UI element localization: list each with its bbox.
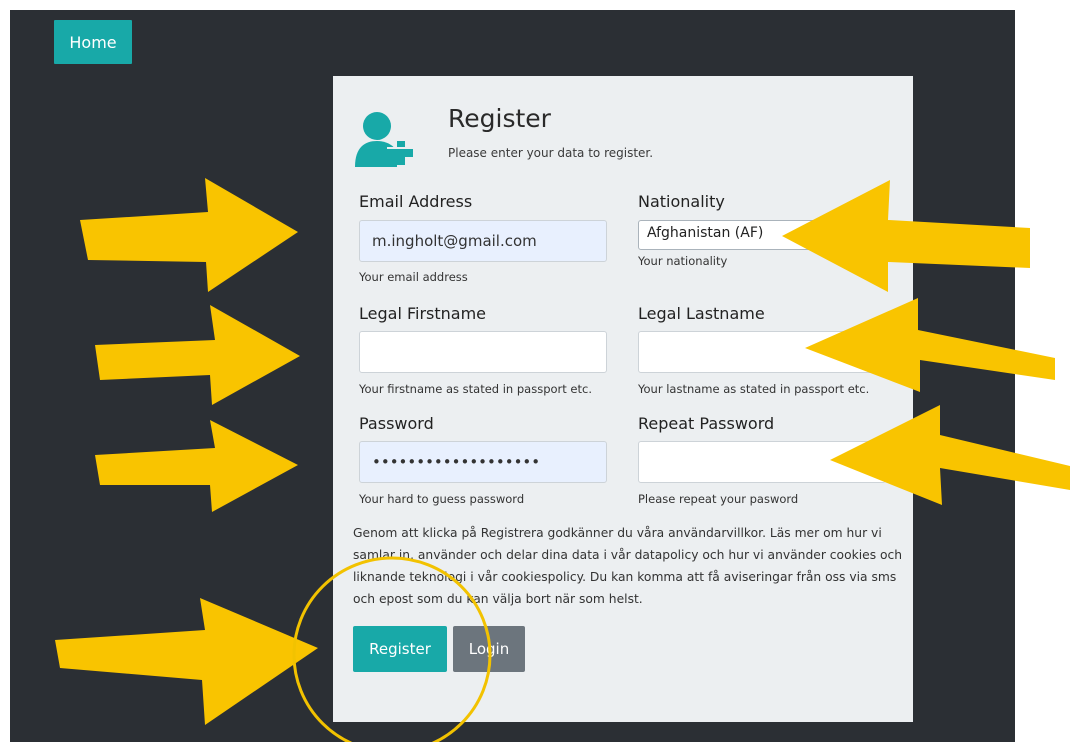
password-field[interactable] [359,441,607,483]
email-label: Email Address [359,192,473,211]
login-button[interactable]: Login [453,626,525,672]
password-label: Password [359,414,434,433]
lastname-label: Legal Lastname [638,304,765,323]
nationality-select[interactable]: Afghanistan (AF) [638,220,858,250]
terms-text: Genom att klicka på Registrera godkänner… [353,526,903,606]
register-card: Register Please enter your data to regis… [333,76,913,722]
nationality-label: Nationality [638,192,725,211]
lastname-help: Your lastname as stated in passport etc. [638,382,870,396]
repeat-password-field[interactable] [638,441,886,483]
user-plus-icon [355,112,413,167]
nationality-help: Your nationality [638,254,728,268]
form-subtitle: Please enter your data to register. [448,146,654,160]
form-title: Register [448,104,551,133]
repeat-password-help: Please repeat your pasword [638,492,799,506]
register-button[interactable]: Register [353,626,447,672]
home-button[interactable]: Home [54,20,132,64]
page-background: Home Register Please enter your data to … [10,10,1015,742]
firstname-help: Your firstname as stated in passport etc… [359,382,592,396]
lastname-field[interactable] [638,331,886,373]
firstname-field[interactable] [359,331,607,373]
password-help: Your hard to guess password [359,492,525,506]
email-help: Your email address [359,270,468,284]
email-field[interactable] [359,220,607,262]
firstname-label: Legal Firstname [359,304,487,323]
repeat-password-label: Repeat Password [638,414,775,433]
